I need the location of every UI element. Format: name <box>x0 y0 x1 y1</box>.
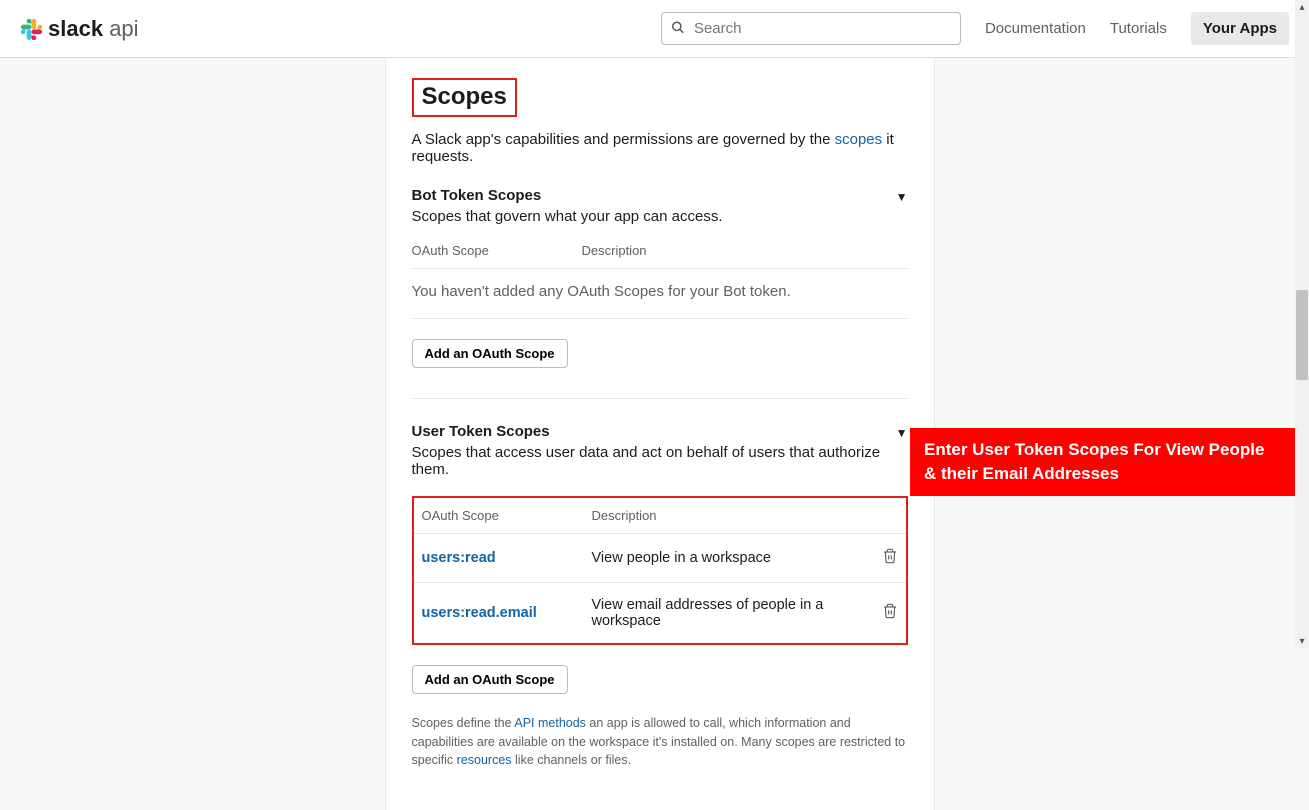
scope-row: users:read View people in a workspace <box>414 534 906 583</box>
caret-down-icon: ▼ <box>896 190 908 204</box>
user-scopes-highlight: OAuth Scope Description users:read View … <box>412 496 908 645</box>
slack-api-logo[interactable]: slack api <box>20 16 139 42</box>
nav-your-apps[interactable]: Your Apps <box>1191 12 1289 45</box>
page-title: Scopes <box>412 78 517 117</box>
bot-scopes-subtitle: Scopes that govern what your app can acc… <box>412 208 908 225</box>
brand-main: slack <box>48 16 103 41</box>
brand-sub: api <box>109 16 138 41</box>
col-oauth-scope: OAuth Scope <box>422 508 592 523</box>
slack-icon <box>20 18 42 40</box>
resources-link[interactable]: resources <box>457 753 512 767</box>
col-oauth-scope: OAuth Scope <box>412 243 582 258</box>
bot-scopes-title: Bot Token Scopes <box>412 187 542 204</box>
scroll-down-icon[interactable]: ▾ <box>1295 634 1309 648</box>
search-icon <box>671 20 685 37</box>
add-bot-oauth-scope-button[interactable]: Add an OAuth Scope <box>412 339 568 368</box>
col-description: Description <box>582 243 908 258</box>
scope-users-read-link[interactable]: users:read <box>422 550 496 566</box>
scope-desc: View people in a workspace <box>592 550 862 566</box>
user-table-header: OAuth Scope Description <box>414 498 906 534</box>
bot-scopes-header[interactable]: Bot Token Scopes ▼ <box>412 187 908 208</box>
search-input[interactable] <box>661 12 961 45</box>
user-scopes-header[interactable]: User Token Scopes ▼ <box>412 423 908 444</box>
intro-text: A Slack app's capabilities and permissio… <box>412 131 908 165</box>
scopes-link[interactable]: scopes <box>835 131 883 148</box>
user-scopes-subtitle: Scopes that access user data and act on … <box>412 444 908 478</box>
annotation-callout: Enter User Token Scopes For View People … <box>910 428 1295 496</box>
nav-documentation[interactable]: Documentation <box>985 20 1086 37</box>
bot-empty-message: You haven't added any OAuth Scopes for y… <box>412 269 908 319</box>
bot-table-header: OAuth Scope Description <box>412 243 908 269</box>
scope-users-read-email-link[interactable]: users:read.email <box>422 605 537 621</box>
scope-row: users:read.email View email addresses of… <box>414 583 906 643</box>
divider <box>412 398 908 399</box>
footer-note: Scopes define the API methods an app is … <box>412 714 908 770</box>
search-wrapper <box>661 12 961 45</box>
content-panel: Scopes A Slack app's capabilities and pe… <box>385 58 935 810</box>
scrollbar[interactable]: ▴ ▾ <box>1295 0 1309 648</box>
trash-icon[interactable] <box>882 552 898 568</box>
user-scopes-title: User Token Scopes <box>412 423 550 440</box>
trash-icon[interactable] <box>882 607 898 623</box>
nav-tutorials[interactable]: Tutorials <box>1110 20 1167 37</box>
col-description: Description <box>592 508 898 523</box>
api-methods-link[interactable]: API methods <box>514 716 586 730</box>
scroll-thumb[interactable] <box>1296 290 1308 380</box>
scroll-up-icon[interactable]: ▴ <box>1295 0 1309 14</box>
add-user-oauth-scope-button[interactable]: Add an OAuth Scope <box>412 665 568 694</box>
caret-down-icon: ▼ <box>896 426 908 440</box>
scope-desc: View email addresses of people in a work… <box>592 597 862 629</box>
header-right: Documentation Tutorials Your Apps <box>661 12 1289 45</box>
top-header: slack api Documentation Tutorials Your A… <box>0 0 1309 58</box>
